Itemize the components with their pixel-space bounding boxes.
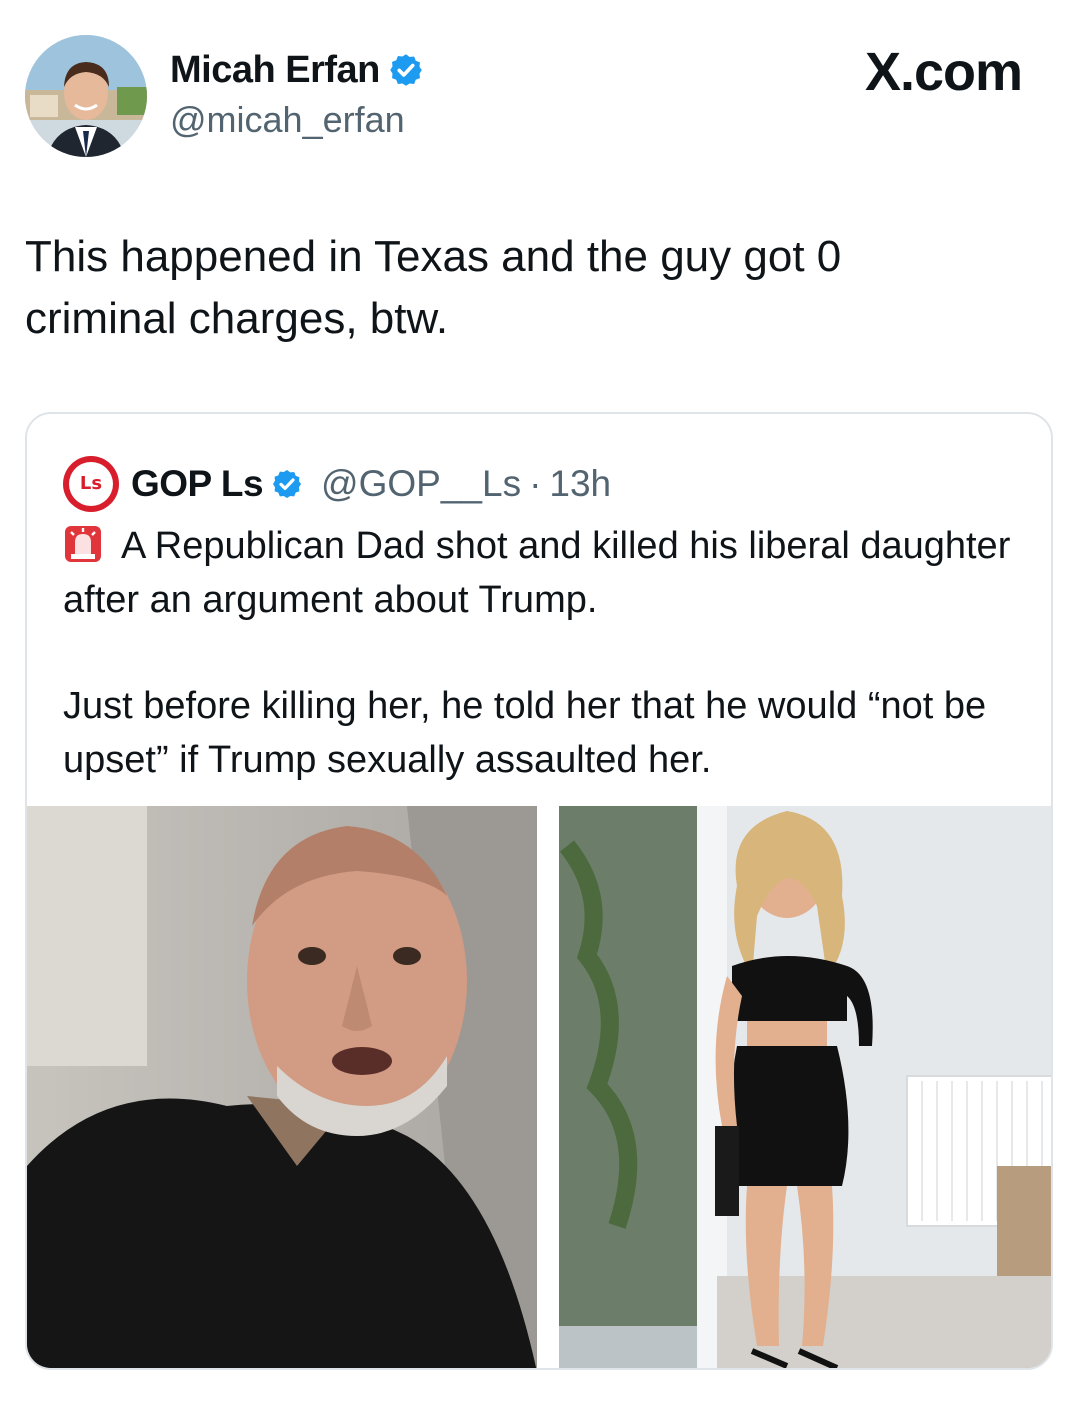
tweet-text: This happened in Texas and the guy got 0… <box>25 232 842 343</box>
tweet-header: Micah Erfan @micah_erfan X.com <box>0 0 1080 170</box>
author-name-row: Micah Erfan <box>170 48 424 92</box>
author-display-name[interactable]: Micah Erfan <box>170 48 380 92</box>
photo-man[interactable] <box>27 806 537 1368</box>
separator-dot: · <box>529 463 542 504</box>
quoted-timestamp[interactable]: 13h <box>549 462 611 506</box>
quoted-paragraph-2: Just before killing her, he told her tha… <box>63 685 987 781</box>
avatar-photo-icon <box>25 35 147 157</box>
quoted-tweet-card[interactable]: Ls GOP Ls @GOP__Ls · 13h A Republican Dad … <box>25 412 1053 1370</box>
author-handle[interactable]: @micah_erfan <box>170 98 405 142</box>
quoted-author-name[interactable]: GOP Ls <box>131 462 264 506</box>
quoted-author-handle[interactable]: @GOP__Ls <box>321 462 521 506</box>
quoted-author-avatar[interactable]: Ls <box>63 456 119 512</box>
brand-watermark: X.com <box>864 42 1023 102</box>
photo-woman[interactable] <box>547 806 1051 1368</box>
verified-badge-icon <box>390 54 422 86</box>
quoted-tweet-text: A Republican Dad shot and killed his lib… <box>63 519 1033 787</box>
verified-badge-icon <box>273 470 302 498</box>
quoted-tweet-header: Ls GOP Ls @GOP__Ls · 13h <box>63 456 611 512</box>
quoted-media-grid <box>27 806 1051 1368</box>
quoted-paragraph-1: A Republican Dad shot and killed his lib… <box>63 519 1033 627</box>
quoted-avatar-logo-text: Ls <box>69 462 113 506</box>
police-light-emoji-icon <box>65 526 101 562</box>
quoted-paragraph-1-text: A Republican Dad shot and killed his lib… <box>63 525 1011 621</box>
man-photo-image <box>27 806 537 1368</box>
woman-photo-image <box>547 806 1051 1368</box>
author-avatar[interactable] <box>25 35 147 157</box>
